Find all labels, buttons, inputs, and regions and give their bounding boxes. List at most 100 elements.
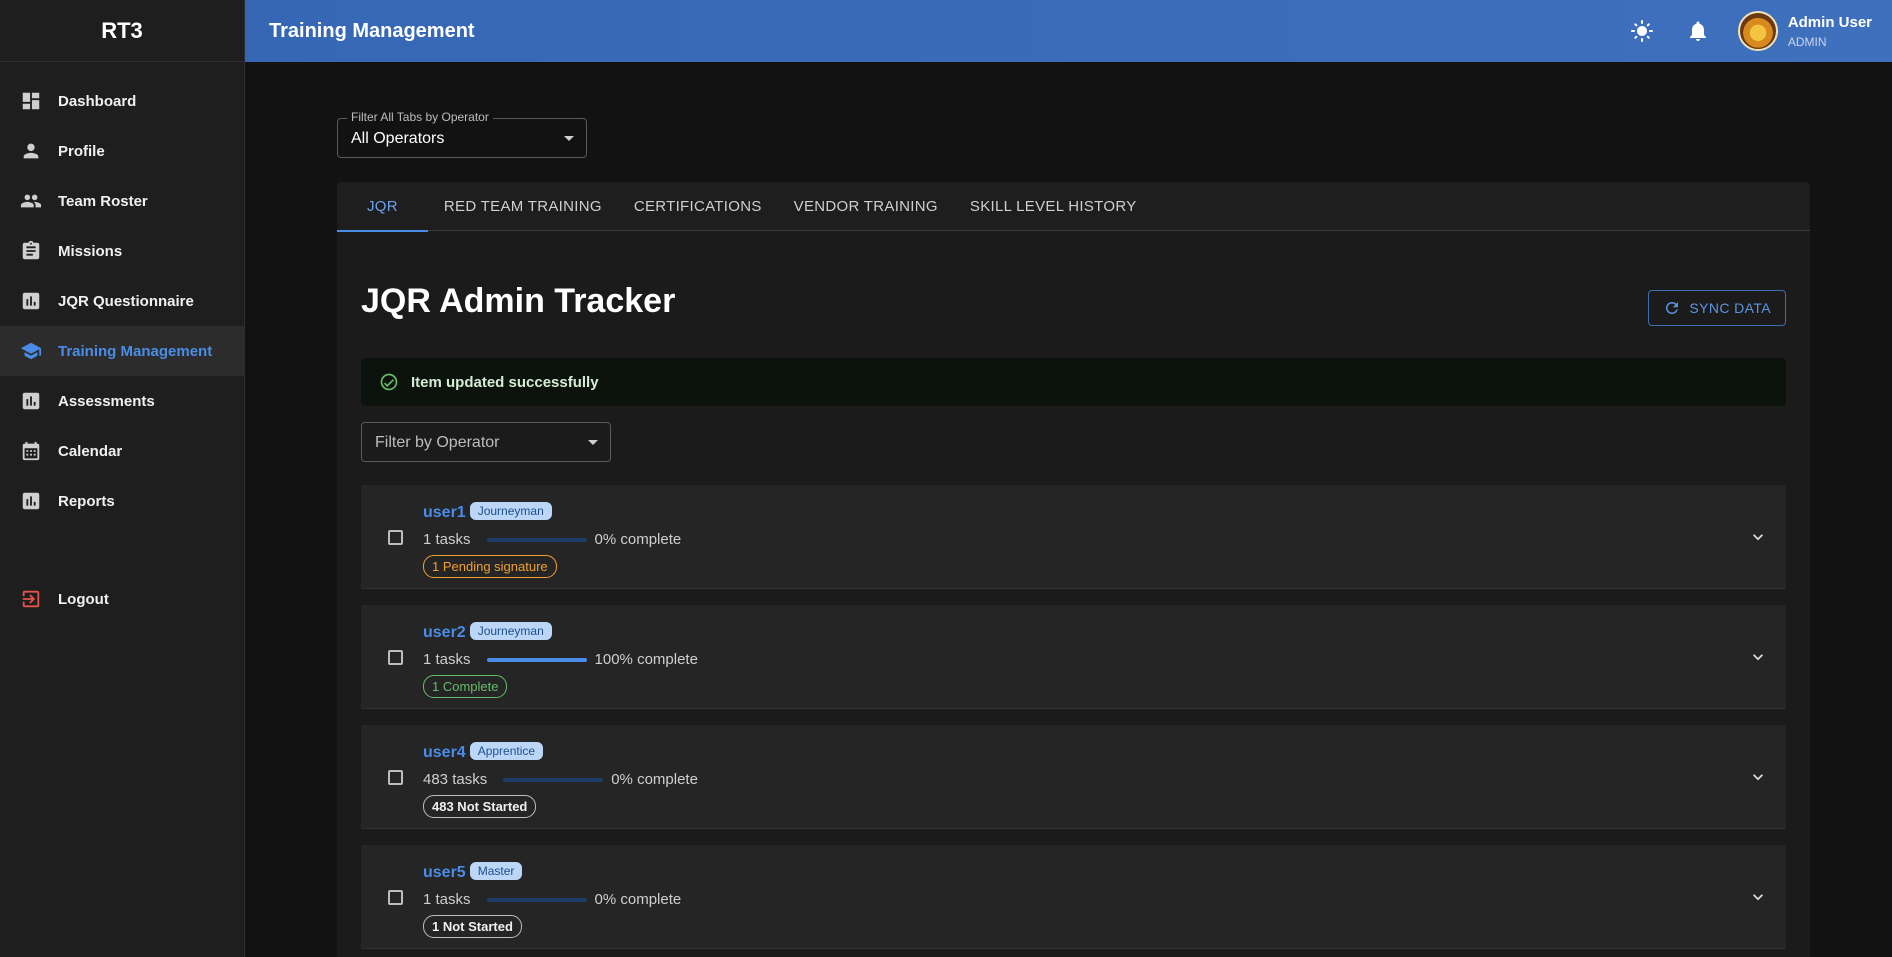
sidebar-nav: Dashboard Profile Team Roster Missions J… [0,62,244,624]
filter-all-legend: Filter All Tabs by Operator [347,110,493,124]
operator-name[interactable]: user4 Apprentice [423,742,544,762]
sidebar-item-missions[interactable]: Missions [0,226,244,276]
sidebar-item-logout[interactable]: Logout [0,574,244,624]
task-count: 1 tasks [423,531,471,548]
training-tabs: JQR RED TEAM TRAINING CERTIFICATIONS VEN… [337,182,1810,232]
clipboard-icon [20,240,42,262]
progress-label: 100% complete [594,651,698,668]
sidebar-item-label: Dashboard [58,92,137,110]
calendar-icon [20,440,42,462]
progress-bar [486,657,587,662]
chevron-down-icon [588,440,598,445]
sidebar-item-assessments[interactable]: Assessments [0,376,244,426]
sidebar-item-label: Logout [58,590,109,608]
row-checkbox[interactable] [388,530,403,545]
task-progress-line: 1 tasks 100% complete [423,651,698,668]
progress-label: 0% complete [611,771,698,788]
task-progress-line: 1 tasks 0% complete [423,891,681,908]
alert-message: Item updated successfully [411,373,599,391]
operator-name[interactable]: user1 Journeyman [423,502,552,522]
top-bar: Training Management Admin User ADMIN [245,0,1892,62]
chevron-down-icon [564,136,574,141]
row-checkbox[interactable] [388,650,403,665]
sidebar-item-calendar[interactable]: Calendar [0,426,244,476]
success-alert: Item updated successfully [361,358,1786,406]
sidebar-item-label: Team Roster [58,192,148,210]
sidebar-spacer [0,526,244,574]
sidebar-item-label: Training Management [58,342,213,360]
sidebar-item-dashboard[interactable]: Dashboard [0,76,244,126]
bar-chart-icon [20,290,42,312]
progress-bar [503,777,604,782]
sync-data-label: SYNC DATA [1689,300,1771,316]
person-icon [20,140,42,162]
operator-name[interactable]: user5 Master [423,862,523,882]
notifications-bell-icon[interactable] [1678,11,1718,51]
sidebar-item-team-roster[interactable]: Team Roster [0,176,244,226]
progress-label: 0% complete [594,891,682,908]
sidebar-item-label: JQR Questionnaire [58,292,194,310]
sidebar-item-reports[interactable]: Reports [0,476,244,526]
row-checkbox[interactable] [388,770,403,785]
tab-skill-level-history[interactable]: SKILL LEVEL HISTORY [954,182,1153,231]
school-icon [20,340,42,362]
sidebar-item-training-management[interactable]: Training Management [0,326,244,376]
avatar[interactable] [1737,11,1778,51]
rank-badge: Apprentice [469,742,544,760]
sidebar: RT3 Dashboard Profile Team Roster Missio… [0,0,245,957]
progress-bar [486,897,587,902]
expand-chevron-icon[interactable] [1748,527,1768,547]
sidebar-item-label: Reports [58,492,115,510]
expand-chevron-icon[interactable] [1748,647,1768,667]
bar-chart-icon [20,490,42,512]
filter-all-operators-select[interactable]: Filter All Tabs by Operator All Operator… [337,110,587,158]
task-count: 483 tasks [423,771,488,788]
filter-by-operator-select[interactable]: Filter by Operator [361,422,611,462]
progress-fill [486,657,587,662]
status-badge: 1 Not Started [423,915,522,938]
status-badge: 1 Complete [423,675,508,698]
operator-name[interactable]: user2 Journeyman [423,622,552,642]
task-count: 1 tasks [423,651,471,668]
task-progress-line: 483 tasks 0% complete [423,771,698,788]
operator-row[interactable]: user5 Master 1 tasks 0% complete 1 Not St… [361,845,1786,949]
sidebar-item-profile[interactable]: Profile [0,126,244,176]
operator-row[interactable]: user2 Journeyman 1 tasks 100% complete 1 … [361,605,1786,709]
status-badge: 483 Not Started [423,795,537,818]
expand-chevron-icon[interactable] [1748,887,1768,907]
operator-name-text[interactable]: user5 [423,864,466,881]
theme-toggle-icon[interactable] [1622,11,1662,51]
user-name: Admin User [1787,13,1872,31]
main-content: Filter All Tabs by Operator All Operator… [245,62,1892,957]
operator-row[interactable]: user1 Journeyman 1 tasks 0% complete 1 Pe… [361,485,1786,589]
progress-label: 0% complete [594,531,682,548]
people-icon [20,190,42,212]
operator-name-text[interactable]: user1 [423,504,466,521]
operator-name-text[interactable]: user2 [423,624,466,641]
check-circle-icon [380,373,398,391]
user-info[interactable]: Admin User ADMIN [1788,14,1872,49]
sidebar-item-label: Missions [58,242,123,260]
sync-data-button[interactable]: SYNC DATA [1648,290,1786,326]
operator-name-text[interactable]: user4 [423,744,466,761]
status-badge: 1 Pending signature [423,555,557,578]
tab-certifications[interactable]: CERTIFICATIONS [618,182,778,231]
app-brand: RT3 [0,0,244,62]
tab-vendor-training[interactable]: VENDOR TRAINING [778,182,954,231]
expand-chevron-icon[interactable] [1748,767,1768,787]
sidebar-item-jqr-questionnaire[interactable]: JQR Questionnaire [0,276,244,326]
rank-badge: Master [469,862,523,880]
row-checkbox[interactable] [388,890,403,905]
training-card: JQR RED TEAM TRAINING CERTIFICATIONS VEN… [337,182,1810,957]
top-bar-actions: Admin User ADMIN [1606,11,1892,51]
rank-badge: Journeyman [469,502,552,520]
operator-list: user1 Journeyman 1 tasks 0% complete 1 Pe… [361,485,1786,957]
tracker-title: JQR Admin Tracker [361,282,676,320]
dashboard-icon [20,90,42,112]
tab-red-team-training[interactable]: RED TEAM TRAINING [428,182,618,231]
task-progress-line: 1 tasks 0% complete [423,531,681,548]
operator-row[interactable]: user4 Apprentice 483 tasks 0% complete 48… [361,725,1786,829]
progress-bar [486,537,587,542]
tab-jqr[interactable]: JQR [337,182,428,232]
sidebar-item-label: Calendar [58,442,123,460]
